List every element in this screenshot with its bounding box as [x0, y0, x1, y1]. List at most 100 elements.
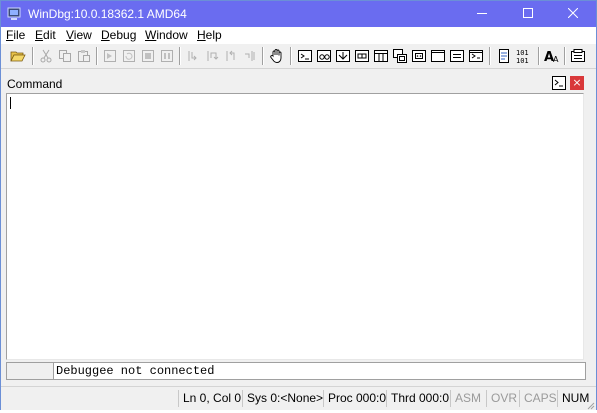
copy-button[interactable] [56, 47, 74, 65]
disassembly-window-button[interactable] [410, 47, 428, 65]
svg-text:A: A [553, 55, 559, 64]
command-browser-window-icon [469, 49, 483, 63]
call-stack-window-icon [393, 49, 407, 63]
menu-view[interactable]: View [66, 28, 92, 42]
status-asm: ASM [450, 390, 486, 407]
toolbar-separator [179, 47, 181, 65]
close-button[interactable] [550, 1, 596, 27]
source-mode-hand-button[interactable] [268, 47, 286, 65]
maximize-icon [523, 7, 533, 21]
hex-mode-icon: 101 101 [515, 48, 535, 64]
registers-window-button[interactable] [353, 47, 371, 65]
run-to-cursor-button[interactable] [241, 47, 259, 65]
toolbar-separator [32, 47, 34, 65]
title-bar: WinDbg:10.0.18362.1 AMD64 [1, 1, 596, 27]
close-icon [567, 7, 579, 21]
menu-edit[interactable]: Edit [35, 28, 56, 42]
paste-button[interactable] [75, 47, 93, 65]
menu-help[interactable]: Help [197, 28, 222, 42]
svg-text:101: 101 [516, 49, 529, 57]
step-out-icon [224, 49, 238, 63]
toolbar-separator [489, 47, 491, 65]
status-num: NUM [557, 390, 589, 407]
menu-bar: File Edit View Debug Window Help [1, 27, 596, 43]
locals-window-icon [336, 49, 350, 63]
window-title: WinDbg:10.0.18362.1 AMD64 [28, 7, 187, 21]
command-input[interactable]: Debuggee not connected [56, 364, 576, 378]
hex-mode-button[interactable]: 101 101 [515, 47, 535, 65]
restart-icon [122, 49, 136, 63]
command-window-close-button[interactable]: × [570, 76, 584, 90]
processes-threads-window-icon [450, 49, 464, 63]
step-into-button[interactable] [184, 47, 202, 65]
console-icon [552, 76, 566, 93]
toolbar-separator [538, 47, 540, 65]
status-proc: Proc 000:0 [323, 390, 386, 407]
menu-file[interactable]: File [6, 28, 25, 42]
step-over-button[interactable] [203, 47, 221, 65]
break-button[interactable] [158, 47, 176, 65]
status-thrd: Thrd 000:0 [386, 390, 450, 407]
minimize-icon [477, 7, 487, 21]
command-output-pane[interactable] [6, 93, 584, 360]
resize-grip-icon[interactable] [586, 399, 595, 410]
maximize-button[interactable] [505, 1, 551, 27]
paste-icon [77, 49, 91, 63]
source-mode-button[interactable] [495, 47, 513, 65]
toolbar-separator [262, 47, 264, 65]
call-stack-window-button[interactable] [391, 47, 409, 65]
toolbar-separator [96, 47, 98, 65]
scratch-pad-window-button[interactable] [429, 47, 447, 65]
restart-button[interactable] [120, 47, 138, 65]
scratch-pad-window-icon [431, 49, 445, 63]
step-out-button[interactable] [222, 47, 240, 65]
menu-debug[interactable]: Debug [101, 28, 136, 42]
close-icon: × [572, 76, 582, 89]
open-button[interactable] [9, 47, 27, 65]
status-sys: Sys 0:<None> [242, 390, 323, 407]
source-mode-hand-icon [269, 48, 285, 64]
copy-icon [58, 49, 72, 63]
memory-window-button[interactable] [372, 47, 390, 65]
run-to-cursor-icon [243, 49, 257, 63]
command-window-button[interactable] [296, 47, 314, 65]
windbg-window: WinDbg:10.0.18362.1 AMD64 File Edit View… [0, 0, 597, 410]
status-ln-col: Ln 0, Col 0 [178, 390, 242, 407]
watch-window-button[interactable] [315, 47, 333, 65]
locals-window-button[interactable] [334, 47, 352, 65]
step-into-icon [186, 49, 200, 63]
toolbar-separator [564, 47, 566, 65]
status-ovr: OVR [486, 390, 519, 407]
command-prompt [7, 363, 54, 379]
processes-threads-window-button[interactable] [448, 47, 466, 65]
command-browser-window-button[interactable] [467, 47, 485, 65]
watch-window-icon [317, 49, 331, 63]
cut-icon [39, 49, 53, 63]
go-button[interactable] [101, 47, 119, 65]
step-over-icon [205, 49, 219, 63]
status-caps: CAPS [519, 390, 557, 407]
command-window-header: Command × [4, 73, 591, 93]
go-icon [103, 49, 117, 63]
source-mode-icon [497, 48, 511, 64]
registers-window-icon [355, 49, 369, 63]
windbg-app-icon [7, 7, 21, 21]
text-caret [10, 97, 11, 109]
font-button[interactable]: AA [543, 47, 561, 65]
stop-debugging-icon [141, 49, 155, 63]
command-input-row: Debuggee not connected [6, 362, 586, 380]
memory-window-icon [374, 49, 388, 63]
cut-button[interactable] [37, 47, 55, 65]
minimize-button[interactable] [459, 1, 505, 27]
svg-text:101: 101 [516, 57, 529, 64]
command-window-title: Command [7, 77, 63, 91]
command-window-menu-button[interactable] [552, 76, 566, 90]
status-bar: Ln 0, Col 0 Sys 0:<None> Proc 000:0 Thrd… [1, 386, 596, 410]
toolbar: 101 101 AA [1, 43, 596, 69]
options-icon [571, 49, 585, 63]
break-icon [160, 49, 174, 63]
menu-window[interactable]: Window [145, 28, 188, 42]
options-button[interactable] [569, 47, 587, 65]
disassembly-window-icon [412, 49, 426, 63]
stop-debugging-button[interactable] [139, 47, 157, 65]
